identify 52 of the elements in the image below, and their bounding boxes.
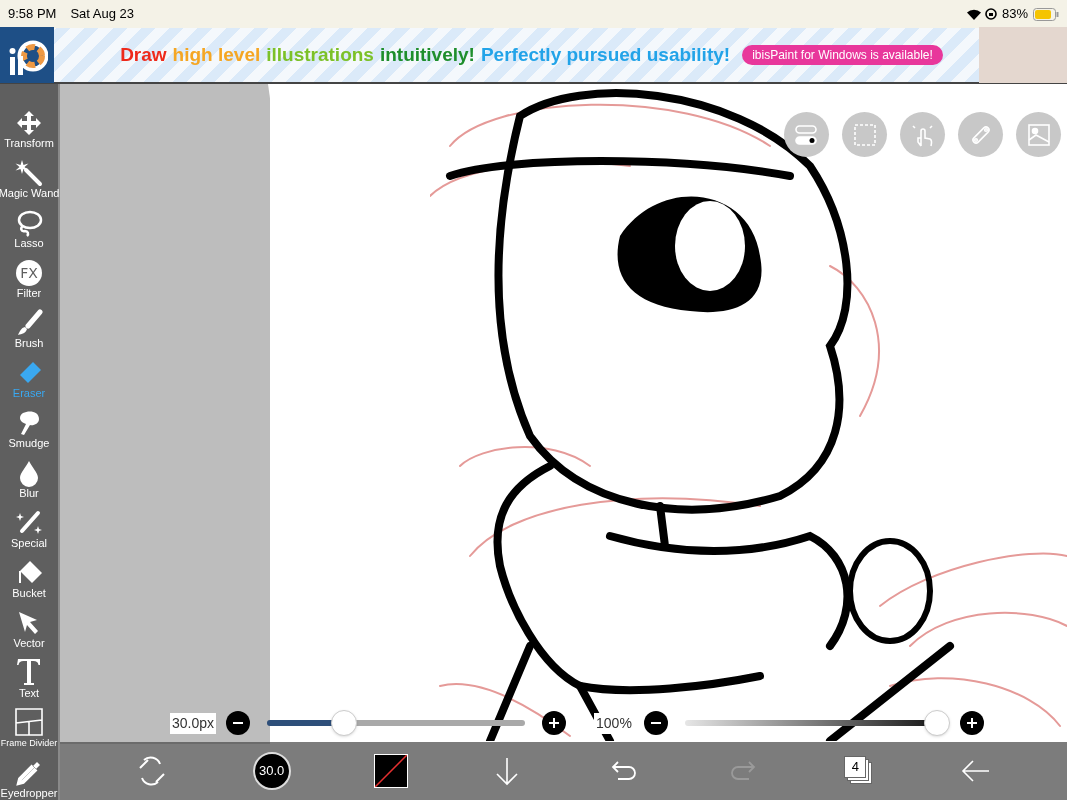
frame-divider-icon <box>14 707 44 737</box>
ad-banner[interactable]: Draw high level illustrations intuitively! Perfectly pursued usability! ibisPaint for Windows is available! <box>0 28 1067 84</box>
canvas-tool-button[interactable] <box>784 112 829 157</box>
dashed-selection-icon <box>851 121 878 148</box>
redo-icon <box>729 759 758 783</box>
slider-thumb[interactable] <box>923 710 950 736</box>
color-swatch-button[interactable] <box>373 754 408 788</box>
eyedropper-icon <box>15 759 43 787</box>
tool-button[interactable]: Smudge <box>0 400 59 450</box>
rotation-lock-icon <box>984 8 997 20</box>
plus-icon <box>549 718 560 728</box>
left-arrow-icon <box>961 759 992 783</box>
status-time: 9:58 PM <box>8 5 57 24</box>
undo-icon <box>610 759 639 783</box>
windows-badge[interactable]: ibisPaint for Windows is available! <box>742 45 943 65</box>
tool-button[interactable]: Brush <box>0 300 59 350</box>
tool-button[interactable]: Frame Divider <box>0 700 59 750</box>
battery-percent: 83% <box>1001 5 1028 24</box>
tool-button[interactable]: Special <box>0 500 59 550</box>
tool-button[interactable]: Vector <box>0 600 59 650</box>
drawing-canvas[interactable]: 30.0px 100% 30.0 4 <box>60 84 1067 800</box>
slider-thumb[interactable] <box>331 710 358 736</box>
tool-button[interactable]: Bucket <box>0 550 59 600</box>
tool-button[interactable]: Text <box>0 650 59 700</box>
plus-button[interactable] <box>542 711 567 735</box>
fx-circle-icon: FX <box>15 259 43 287</box>
minus-icon <box>650 722 661 724</box>
brush-icon <box>15 309 43 337</box>
brush-size-button[interactable]: 30.0 <box>252 752 291 790</box>
status-date: Sat Aug 23 <box>70 5 135 24</box>
tool-button[interactable]: Eyedropper <box>0 750 59 800</box>
minus-button[interactable] <box>643 711 668 735</box>
tool-button[interactable]: Blur <box>0 450 59 500</box>
move-arrows-icon <box>15 109 43 137</box>
plus-icon <box>966 718 977 728</box>
slider-reading: 100% <box>594 712 634 734</box>
wifi-icon <box>966 8 981 20</box>
image-icon <box>1025 121 1052 148</box>
no-color-slash-icon <box>374 755 407 787</box>
tool-button[interactable]: Magic Wand <box>0 150 59 200</box>
plus-button[interactable] <box>959 711 984 735</box>
battery-icon <box>1033 7 1059 21</box>
tool-button[interactable]: Lasso <box>0 200 59 250</box>
letter-t-icon <box>15 657 43 687</box>
down-arrow-icon <box>494 756 519 786</box>
tool-button[interactable]: Transform <box>0 100 59 150</box>
tool-button[interactable]: FX Filter <box>0 250 59 300</box>
magic-wand-icon <box>14 159 44 187</box>
banner-slogan: Draw high level illustrations intuitively! Perfectly pursued usability! <box>120 42 731 67</box>
minus-icon <box>233 722 244 724</box>
slider-reading: 30.0px <box>170 712 217 734</box>
lasso-icon <box>15 209 43 237</box>
